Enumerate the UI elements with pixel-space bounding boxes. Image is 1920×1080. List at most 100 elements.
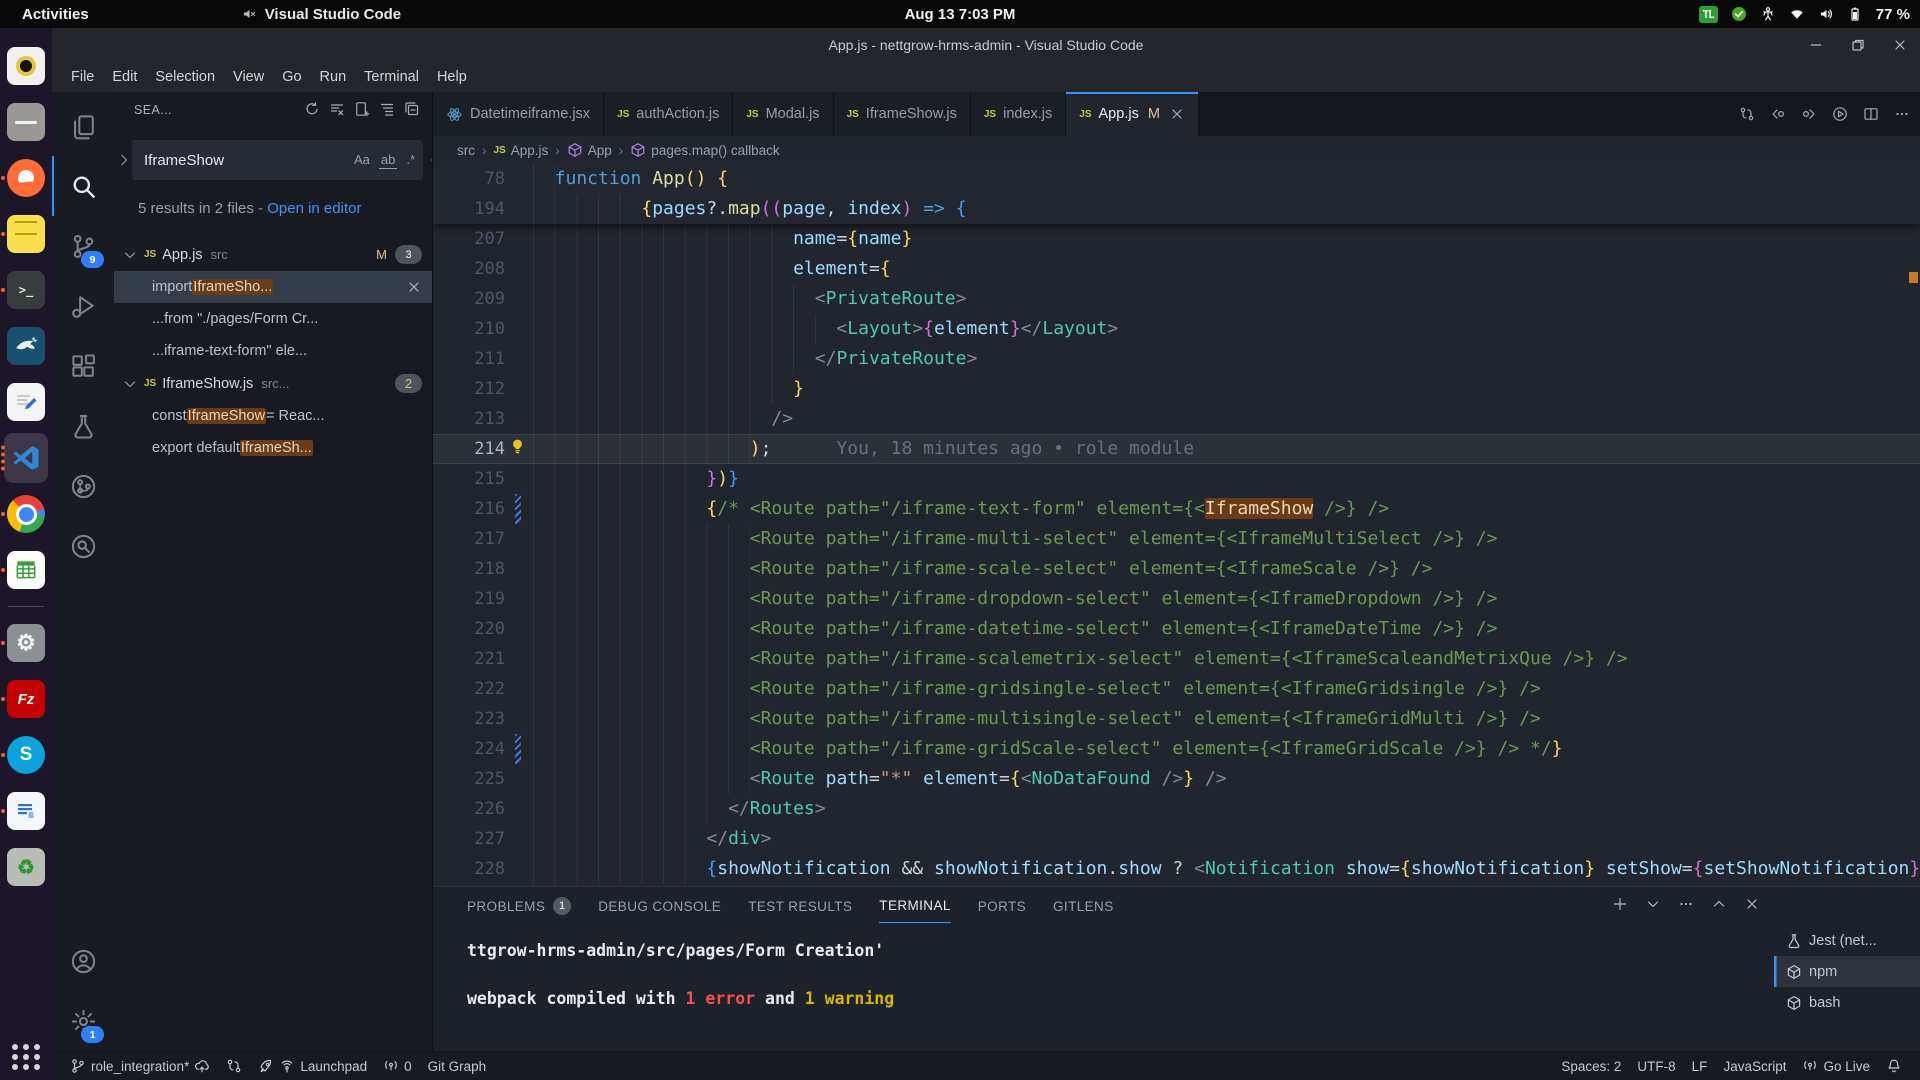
accessibility-icon[interactable] bbox=[1760, 6, 1776, 22]
code-line-194[interactable]: 194{pages?.map((page, index) => { bbox=[433, 194, 1920, 224]
clock[interactable]: Aug 13 7:03 PM bbox=[905, 6, 1016, 23]
code-line-214[interactable]: 214); You, 18 minutes ago • role module bbox=[433, 434, 1920, 464]
overview-ruler[interactable] bbox=[1906, 164, 1920, 886]
code-line-220[interactable]: 220<Route path="/iframe-datetime-select"… bbox=[433, 614, 1920, 644]
search-input[interactable] bbox=[142, 151, 345, 170]
activity-account[interactable] bbox=[52, 931, 114, 991]
code-line-225[interactable]: 225<Route path="*" element={<NoDataFound… bbox=[433, 764, 1920, 794]
code-line-212[interactable]: 212} bbox=[433, 374, 1920, 404]
panel-tab-terminal[interactable]: TERMINAL bbox=[879, 887, 950, 925]
tl-tray-icon[interactable]: TL bbox=[1699, 6, 1718, 23]
dock-item-skype[interactable]: S bbox=[0, 727, 52, 783]
terminal-output[interactable]: ttgrow-hrms-admin/src/pages/Form Creatio… bbox=[467, 939, 1760, 1051]
code-line-227[interactable]: 227</div> bbox=[433, 824, 1920, 854]
code-line-224[interactable]: 224<Route path="/iframe-gridScale-select… bbox=[433, 734, 1920, 764]
breadcrumb-item[interactable]: src bbox=[457, 143, 475, 158]
view-as-tree-icon[interactable] bbox=[379, 101, 395, 117]
split-editor-icon[interactable] bbox=[1863, 106, 1879, 122]
code-line-213[interactable]: 213/> bbox=[433, 404, 1920, 434]
dock-item-libreoffice-writer[interactable] bbox=[0, 783, 52, 839]
dock-item-sticky-notes[interactable] bbox=[0, 206, 52, 262]
code-line-218[interactable]: 218<Route path="/iframe-scale-select" el… bbox=[433, 554, 1920, 584]
tab-datetimeiframe-jsx[interactable]: Datetimeiframe.jsx bbox=[433, 92, 604, 136]
file-result-row[interactable]: JSApp.jssrcM3 bbox=[114, 238, 432, 271]
status-branch[interactable]: role_integration* bbox=[62, 1052, 218, 1080]
breadcrumb-item[interactable]: JSApp.js bbox=[494, 143, 549, 158]
code-line-209[interactable]: 209<PrivateRoute> bbox=[433, 284, 1920, 314]
code-line-221[interactable]: 221<Route path="/iframe-scalemetrix-sele… bbox=[433, 644, 1920, 674]
code-line-228[interactable]: 228{showNotification && showNotification… bbox=[433, 854, 1920, 884]
updates-ok-icon[interactable] bbox=[1731, 6, 1747, 22]
next-change-icon[interactable] bbox=[1801, 106, 1817, 122]
tab-iframeshow-js[interactable]: JSIframeShow.js bbox=[834, 92, 971, 136]
menu-view[interactable]: View bbox=[224, 66, 273, 88]
menu-file[interactable]: File bbox=[62, 66, 103, 88]
status-notifications[interactable] bbox=[1878, 1052, 1910, 1080]
open-in-editor-link[interactable]: Open in editor bbox=[267, 200, 361, 217]
dock-item-libreoffice-calc[interactable] bbox=[0, 542, 52, 598]
search-result-row[interactable]: ...from "./pages/Form Cr... bbox=[114, 303, 432, 335]
panel-tab-test-results[interactable]: TEST RESULTS bbox=[748, 887, 852, 925]
run-icon[interactable] bbox=[1832, 106, 1848, 122]
status-launchpad[interactable]: Launchpad bbox=[250, 1052, 375, 1080]
search-result-row[interactable]: ...iframe-text-form" ele... bbox=[114, 335, 432, 367]
compare-changes-icon[interactable] bbox=[1739, 106, 1755, 122]
regex-toggle[interactable]: .* bbox=[404, 151, 417, 168]
status-encoding[interactable]: UTF-8 bbox=[1629, 1052, 1683, 1080]
menu-help[interactable]: Help bbox=[428, 66, 476, 88]
code-line-226[interactable]: 226</Routes> bbox=[433, 794, 1920, 824]
status-language[interactable]: JavaScript bbox=[1715, 1052, 1794, 1080]
file-result-row[interactable]: JSIframeShow.jssrc...2 bbox=[114, 367, 432, 400]
status-gitlens-compare[interactable] bbox=[218, 1052, 250, 1080]
wifi-icon[interactable] bbox=[1789, 6, 1805, 22]
refresh-icon[interactable] bbox=[304, 101, 320, 117]
menu-edit[interactable]: Edit bbox=[103, 66, 146, 88]
focused-app-indicator[interactable]: Visual Studio Code bbox=[241, 6, 401, 23]
status-git-graph[interactable]: Git Graph bbox=[420, 1052, 495, 1080]
close-panel-icon[interactable] bbox=[1744, 896, 1760, 912]
activity-source-control[interactable]: 9 bbox=[52, 216, 114, 276]
terminal-item-jest-net-[interactable]: Jest (net... bbox=[1774, 925, 1920, 956]
restore-button[interactable] bbox=[1850, 37, 1866, 53]
tab-app-js[interactable]: JSApp.jsM bbox=[1066, 92, 1199, 136]
search-result-row[interactable]: export default IframeSh... bbox=[114, 432, 432, 464]
lightbulb-icon[interactable] bbox=[509, 438, 526, 455]
dock-item-chrome[interactable] bbox=[0, 486, 52, 542]
dock-item-trash[interactable]: ♻ bbox=[0, 839, 52, 895]
dock-item-postman[interactable] bbox=[0, 150, 52, 206]
search-result-row[interactable]: import IframeSho... bbox=[114, 271, 432, 303]
activities-button[interactable]: Activities bbox=[0, 6, 111, 23]
close-window-button[interactable] bbox=[1892, 37, 1908, 53]
panel-tab-gitlens[interactable]: GITLENS bbox=[1053, 887, 1114, 925]
code-line-217[interactable]: 217<Route path="/iframe-multi-select" el… bbox=[433, 524, 1920, 554]
menu-terminal[interactable]: Terminal bbox=[355, 66, 428, 88]
match-case-toggle[interactable]: Aa bbox=[352, 151, 372, 168]
activity-run-debug[interactable] bbox=[52, 276, 114, 336]
activity-testing[interactable] bbox=[52, 396, 114, 456]
panel-tab-debug-console[interactable]: DEBUG CONSOLE bbox=[598, 887, 721, 925]
system-tray[interactable]: TL 77 % bbox=[1699, 6, 1910, 23]
breadcrumb-item[interactable]: App bbox=[567, 142, 612, 158]
dock-item-filezilla[interactable]: Fz bbox=[0, 671, 52, 727]
code-line-222[interactable]: 222<Route path="/iframe-gridsingle-selec… bbox=[433, 674, 1920, 704]
more-actions-icon[interactable] bbox=[1894, 106, 1910, 122]
breadcrumb-item[interactable]: pages.map() callback bbox=[630, 142, 779, 158]
activity-settings[interactable]: 1 bbox=[52, 991, 114, 1051]
code-line-215[interactable]: 215})} bbox=[433, 464, 1920, 494]
volume-icon[interactable] bbox=[1818, 6, 1834, 22]
new-terminal-icon[interactable] bbox=[1612, 896, 1628, 912]
clear-results-icon[interactable] bbox=[329, 101, 345, 117]
menu-selection[interactable]: Selection bbox=[146, 66, 224, 88]
collapse-all-icon[interactable] bbox=[404, 101, 420, 117]
dismiss-icon[interactable] bbox=[406, 279, 422, 295]
tab-index-js[interactable]: JSindex.js bbox=[971, 92, 1066, 136]
dock-item-vscode[interactable] bbox=[0, 430, 52, 486]
code-line-223[interactable]: 223<Route path="/iframe-multisingle-sele… bbox=[433, 704, 1920, 734]
tab-authaction-js[interactable]: JSauthAction.js bbox=[604, 92, 733, 136]
status-eol[interactable]: LF bbox=[1684, 1052, 1716, 1080]
tab-modal-js[interactable]: JSModal.js bbox=[733, 92, 833, 136]
search-result-row[interactable]: const IframeShow = Reac... bbox=[114, 400, 432, 432]
code-editor[interactable]: 78function App() {194{pages?.map((page, … bbox=[433, 164, 1920, 886]
dock-item-media-player[interactable] bbox=[0, 38, 52, 94]
dock-item-file-manager[interactable] bbox=[0, 94, 52, 150]
